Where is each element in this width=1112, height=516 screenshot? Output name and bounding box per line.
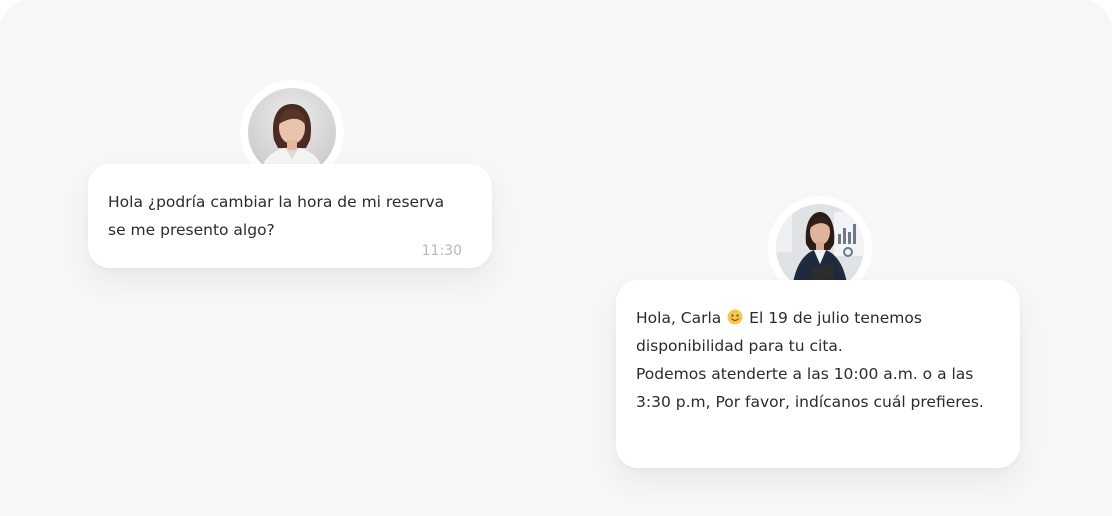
message-text-line: Hola ¿podría cambiar la hora de mi reser… [108,193,445,211]
woman-avatar-icon [248,88,336,176]
message-text-line: Hola, Carla El 19 de julio tenemos [636,304,1000,332]
message-text-line: se me presento algo? [108,221,275,239]
chat-panel: Hola ¿podría cambiar la hora de mi reser… [0,0,1112,516]
message-text-line: disponibilidad para tu cita. [636,337,843,355]
businesswoman-avatar-icon [776,204,864,292]
outgoing-message-bubble: Hola, Carla El 19 de julio tenemos dispo… [616,280,1020,468]
message-text-line: 3:30 p.m, Por favor, indícanos cuál pref… [636,393,984,411]
greeting-text: Hola, Carla [636,309,722,327]
message-timestamp: 11:30 [421,243,462,259]
message-text: El 19 de julio tenemos [749,309,922,327]
message-text-line: Podemos atenderte a las 10:00 a.m. o a l… [636,365,974,383]
smiling-face-emoji-icon [727,309,743,325]
incoming-message-bubble: Hola ¿podría cambiar la hora de mi reser… [88,164,492,268]
